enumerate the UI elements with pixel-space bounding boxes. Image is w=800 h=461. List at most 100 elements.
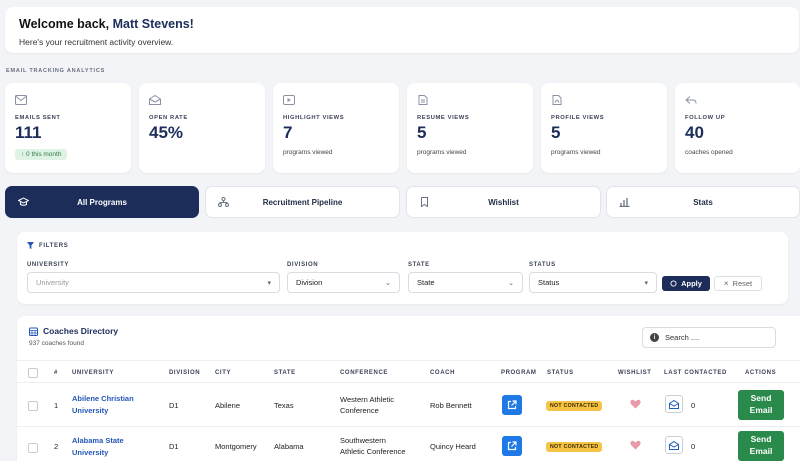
university-link[interactable]: Abilene Christian University [72,393,134,416]
state-cell: Texas [274,401,294,410]
column-header: ACTIONS [745,370,777,376]
last-contacted-cell: 0 [691,401,696,410]
heart-icon[interactable] [630,440,641,450]
status-filter-label: STATUS [529,262,556,268]
bookmark-icon [421,197,428,207]
filters-title: FILTERS [27,242,778,249]
send-email-button[interactable]: Send Email [738,390,784,420]
email-status-button[interactable] [665,395,683,413]
external-link-icon [507,400,517,410]
column-header[interactable]: STATE [274,370,296,376]
conference-cell: Southwestern Athletic Conference [340,436,406,456]
program-link-button[interactable] [502,395,522,415]
stat-value: 5 [551,123,561,142]
row-checkbox[interactable] [28,401,38,411]
calendar-icon [29,327,38,336]
stat-card-emails-sent: EMAILS SENT 111 ↑ 0 this month [5,83,131,173]
tab-label: Wishlist [488,197,519,207]
table-divider [17,382,800,383]
coach-count: 937 coaches found [29,340,84,347]
select-all-checkbox[interactable] [28,368,38,378]
coaches-directory: Coaches Directory 937 coaches found i Se… [17,316,800,461]
column-header[interactable]: LAST CONTACTED [664,370,727,376]
tab-stats[interactable]: Stats [606,186,800,218]
info-icon: i [650,333,659,342]
column-header[interactable]: UNIVERSITY [72,370,114,376]
stat-value: 45% [149,123,184,142]
stat-subtext: programs viewed [283,149,333,156]
welcome-subtitle: Here's your recruitment activity overvie… [19,37,174,47]
stat-label: FOLLOW UP [685,115,726,121]
stat-subtext: coaches opened [685,149,733,156]
user-name: Matt Stevens! [112,17,194,31]
document-icon [418,95,428,105]
row-number: 2 [54,442,59,451]
funnel-icon [27,242,34,249]
status-badge: NOT CONTACTED [546,442,603,452]
apply-button[interactable]: Apply [662,276,710,291]
bar-chart-icon [619,198,630,207]
pdf-icon [552,95,562,105]
welcome-banner: Welcome back, Matt Stevens! Here's your … [5,7,799,53]
column-header[interactable]: CONFERENCE [340,370,388,376]
column-header: PROGRAM [501,370,537,376]
state-filter-label: STATE [408,262,430,268]
division-cell: D1 [169,442,179,451]
division-cell: D1 [169,401,179,410]
stat-label: PROFILE VIEWS [551,115,605,121]
heart-icon[interactable] [630,399,641,409]
search-input[interactable]: i Search .... [642,327,776,348]
status-badge: NOT CONTACTED [546,401,603,411]
state-cell: Alabama [274,442,304,451]
analytics-cards: EMAILS SENT 111 ↑ 0 this month OPEN RATE… [5,83,800,173]
chevron-down-icon: ⌄ [385,279,391,287]
stat-value: 111 [15,123,42,142]
envelope-open-icon [669,440,679,450]
column-header[interactable]: STATUS [547,370,574,376]
stat-badge: ↑ 0 this month [15,149,68,160]
external-link-icon [507,441,517,451]
division-filter-label: DIVISION [287,262,319,268]
welcome-heading: Welcome back, Matt Stevens! [19,17,194,31]
filter-icon [670,280,677,287]
email-status-button[interactable] [665,436,683,454]
pipeline-icon [218,197,229,207]
stat-label: HIGHLIGHT VIEWS [283,115,345,121]
stat-value: 40 [685,123,704,142]
analytics-section-label: EMAIL TRACKING ANALYTICS [6,68,106,74]
stat-card-profile-views: PROFILE VIEWS 5 programs viewed [541,83,667,173]
university-select[interactable]: University ▾ [27,272,280,293]
chevron-down-icon: ▾ [644,279,648,287]
send-email-button[interactable]: Send Email [738,431,784,461]
column-header: # [54,370,58,376]
conference-cell: Western Athletic Conference [340,395,395,415]
envelope-open-icon [149,95,161,105]
status-select[interactable]: Status ▾ [529,272,657,293]
video-icon [283,95,295,105]
column-header[interactable]: DIVISION [169,370,200,376]
row-checkbox[interactable] [28,443,38,453]
column-header[interactable]: CITY [215,370,231,376]
tab-recruitment-pipeline[interactable]: Recruitment Pipeline [205,186,400,218]
reset-button[interactable]: × Reset [714,276,762,291]
table-divider [17,426,800,427]
division-select[interactable]: Division ⌄ [287,272,400,293]
city-cell: Abilene [215,401,241,410]
column-header: WISHLIST [618,370,652,376]
tab-label: Recruitment Pipeline [262,197,343,207]
university-filter-label: UNIVERSITY [27,262,70,268]
stat-card-highlight-views: HIGHLIGHT VIEWS 7 programs viewed [273,83,399,173]
stat-card-resume-views: RESUME VIEWS 5 programs viewed [407,83,533,173]
coach-cell: Rob Bennett [430,401,472,410]
tab-all-programs[interactable]: All Programs [5,186,199,218]
state-select[interactable]: State ⌄ [408,272,523,293]
graduation-cap-icon [18,197,29,206]
chevron-down-icon: ▾ [267,279,271,287]
tab-wishlist[interactable]: Wishlist [406,186,601,218]
column-header[interactable]: COACH [430,370,455,376]
stat-value: 5 [417,123,427,142]
university-link[interactable]: Alabama State University [72,435,124,458]
stat-label: OPEN RATE [149,115,188,121]
row-number: 1 [54,401,59,410]
program-link-button[interactable] [502,436,522,456]
